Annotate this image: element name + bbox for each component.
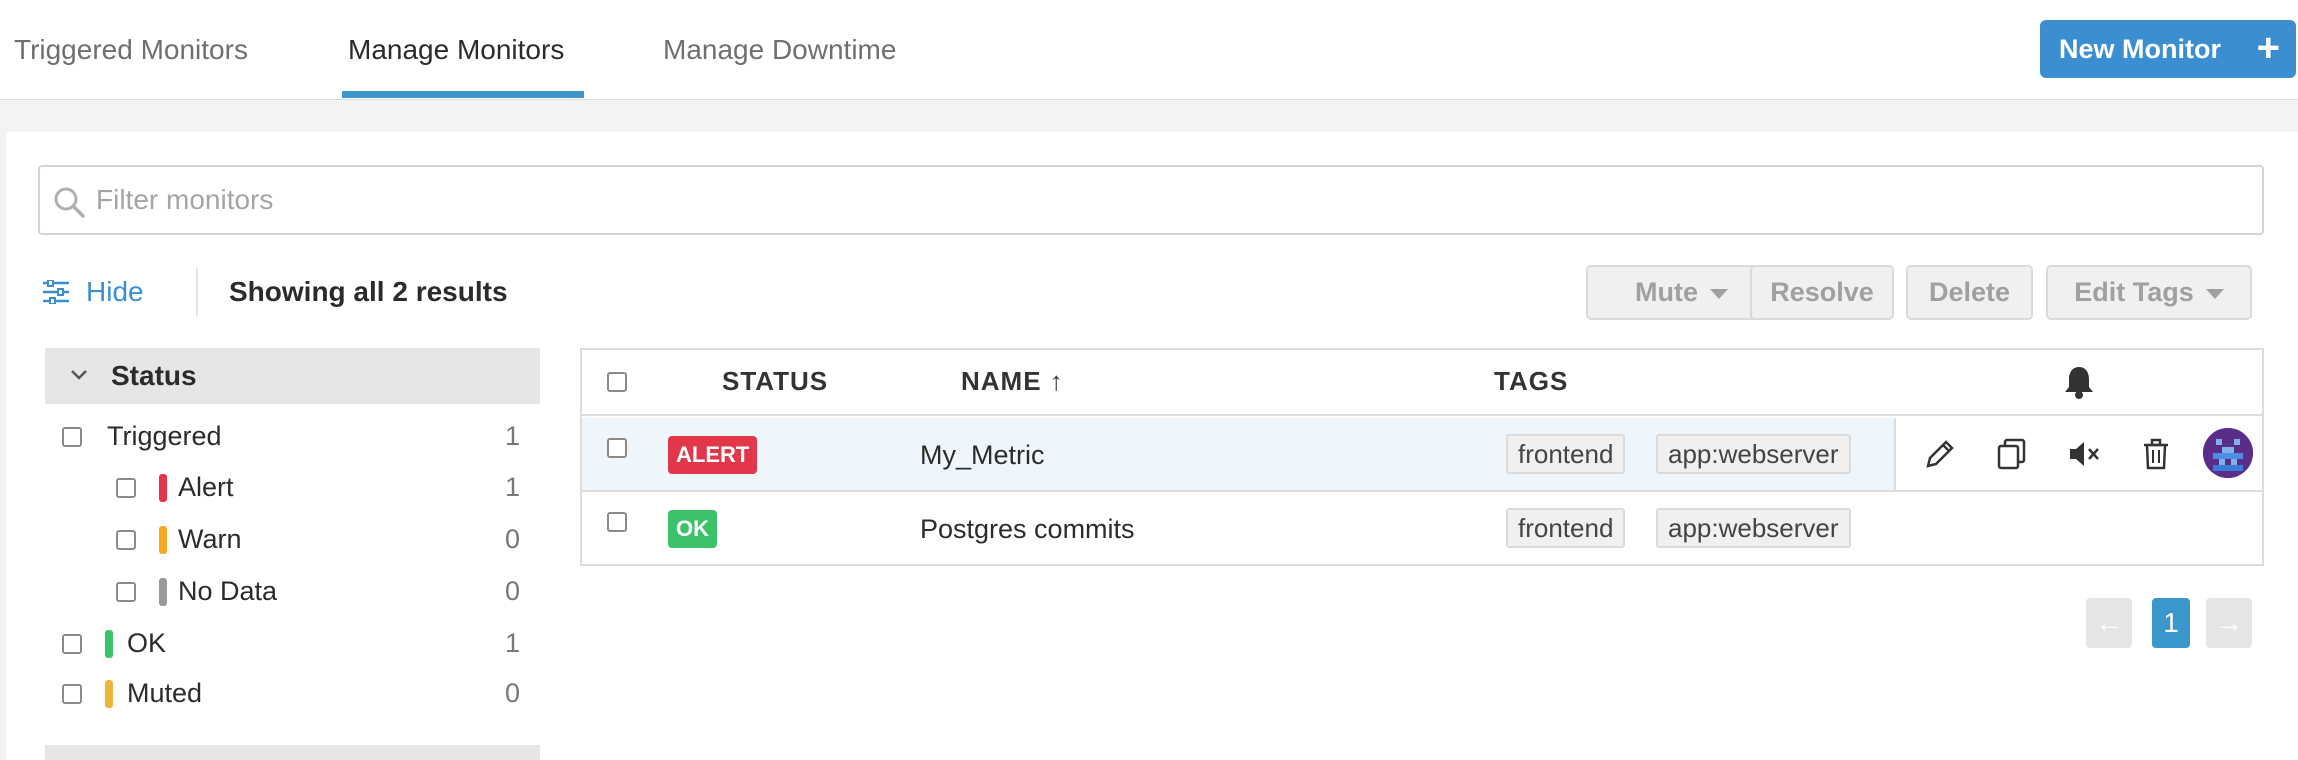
status-color-bar (105, 630, 113, 658)
facet-count: 1 (505, 421, 521, 451)
filter-box (38, 165, 2264, 235)
facet-item-muted[interactable]: Muted 0 (62, 674, 582, 714)
monitors-table: STATUS NAME ↑ TAGS ALERT My_Metric front… (580, 348, 2264, 566)
status-color-bar (159, 526, 167, 554)
checkbox[interactable] (62, 427, 82, 447)
facet-item-warn[interactable]: Warn 0 (116, 520, 636, 560)
toolbar-divider (196, 268, 198, 316)
table-header: STATUS NAME ↑ TAGS (582, 350, 2262, 416)
hide-label: Hide (86, 276, 144, 307)
facet-label: Warn (178, 524, 242, 554)
results-count: Showing all 2 results (229, 276, 508, 307)
new-monitor-button[interactable]: New Monitor + (2040, 20, 2296, 78)
edit-tags-button[interactable]: Edit Tags (2046, 265, 2252, 320)
delete-button[interactable]: Delete (1906, 265, 2033, 320)
next-page-button[interactable]: → (2206, 598, 2252, 648)
tag-chip[interactable]: frontend (1506, 434, 1626, 474)
select-all-checkbox[interactable] (607, 372, 627, 392)
monitor-name[interactable]: My_Metric (920, 440, 1045, 471)
delete-icon[interactable] (2138, 436, 2174, 472)
facet-label: Triggered (107, 421, 222, 451)
bell-icon (2065, 367, 2093, 399)
page-1-button[interactable]: 1 (2152, 598, 2190, 648)
facet-item-ok[interactable]: OK 1 (62, 624, 582, 664)
facet-label: OK (127, 628, 167, 658)
edit-icon[interactable] (1922, 436, 1958, 472)
chevron-down-icon (2205, 288, 2224, 299)
status-color-bar (159, 474, 167, 502)
checkbox[interactable] (62, 634, 82, 654)
top-nav: Triggered Monitors Manage Monitors Manag… (0, 0, 2298, 100)
status-facet-header[interactable]: Status (45, 348, 540, 404)
facet-label: Alert (178, 472, 234, 502)
facet-count: 0 (505, 576, 521, 606)
checkbox[interactable] (116, 582, 136, 602)
facet-label: No Data (178, 576, 278, 606)
mute-button[interactable]: Mute (1586, 265, 1777, 320)
edit-tags-label: Edit Tags (2074, 277, 2194, 307)
status-badge: OK (668, 510, 717, 548)
mute-icon[interactable] (2066, 436, 2102, 472)
table-row[interactable]: ALERT My_Metric frontend app:webserver (582, 418, 2262, 492)
tag-chip[interactable]: app:webserver (1656, 508, 1851, 548)
tab-manage-monitors[interactable]: Manage Monitors (348, 28, 564, 72)
chevron-down-icon (71, 370, 87, 380)
avatar-identicon (2203, 428, 2253, 478)
prev-page-button[interactable]: ← (2086, 598, 2132, 648)
facet-count: 1 (505, 472, 521, 502)
row-checkbox[interactable] (607, 438, 627, 458)
status-column-header[interactable]: STATUS (722, 366, 828, 397)
tags-column-header: TAGS (1494, 366, 1569, 396)
avatar[interactable] (2203, 428, 2253, 478)
active-tab-indicator (342, 91, 584, 98)
facet-item-no-data[interactable]: No Data 0 (116, 572, 636, 612)
checkbox[interactable] (116, 478, 136, 498)
status-badge: ALERT (668, 436, 758, 474)
resolve-button[interactable]: Resolve (1750, 265, 1894, 320)
status-color-bar (159, 578, 167, 606)
plus-icon: + (2256, 26, 2280, 70)
filter-monitors-input[interactable] (96, 167, 2246, 233)
facet-item-triggered[interactable]: Triggered 1 (62, 417, 582, 457)
new-monitor-label: New Monitor (2059, 34, 2221, 64)
mute-label: Mute (1635, 277, 1698, 307)
facet-label: Muted (127, 678, 203, 708)
next-facet-header[interactable] (45, 745, 540, 760)
clone-icon[interactable] (1994, 436, 2030, 472)
checkbox[interactable] (116, 530, 136, 550)
facet-count: 0 (505, 524, 521, 554)
facet-count: 1 (505, 628, 521, 658)
chevron-down-icon (1710, 288, 1728, 299)
checkbox[interactable] (62, 684, 82, 704)
monitor-name[interactable]: Postgres commits (920, 514, 1135, 545)
status-color-bar (105, 680, 113, 708)
sliders-icon (43, 280, 69, 304)
row-actions (1894, 418, 2262, 490)
tag-chip[interactable]: frontend (1506, 508, 1626, 548)
status-facet-title: Status (111, 360, 197, 391)
facet-count: 0 (505, 678, 521, 708)
row-checkbox[interactable] (607, 512, 627, 532)
tab-manage-downtime[interactable]: Manage Downtime (663, 28, 896, 72)
facet-item-alert[interactable]: Alert 1 (116, 468, 636, 508)
name-column-header[interactable]: NAME ↑ (961, 366, 1064, 397)
tab-triggered-monitors[interactable]: Triggered Monitors (14, 28, 248, 72)
table-row[interactable]: OK Postgres commits frontend app:webserv… (582, 492, 2262, 566)
search-icon (54, 187, 85, 218)
hide-facets-button[interactable]: Hide (42, 272, 144, 312)
tag-chip[interactable]: app:webserver (1656, 434, 1851, 474)
